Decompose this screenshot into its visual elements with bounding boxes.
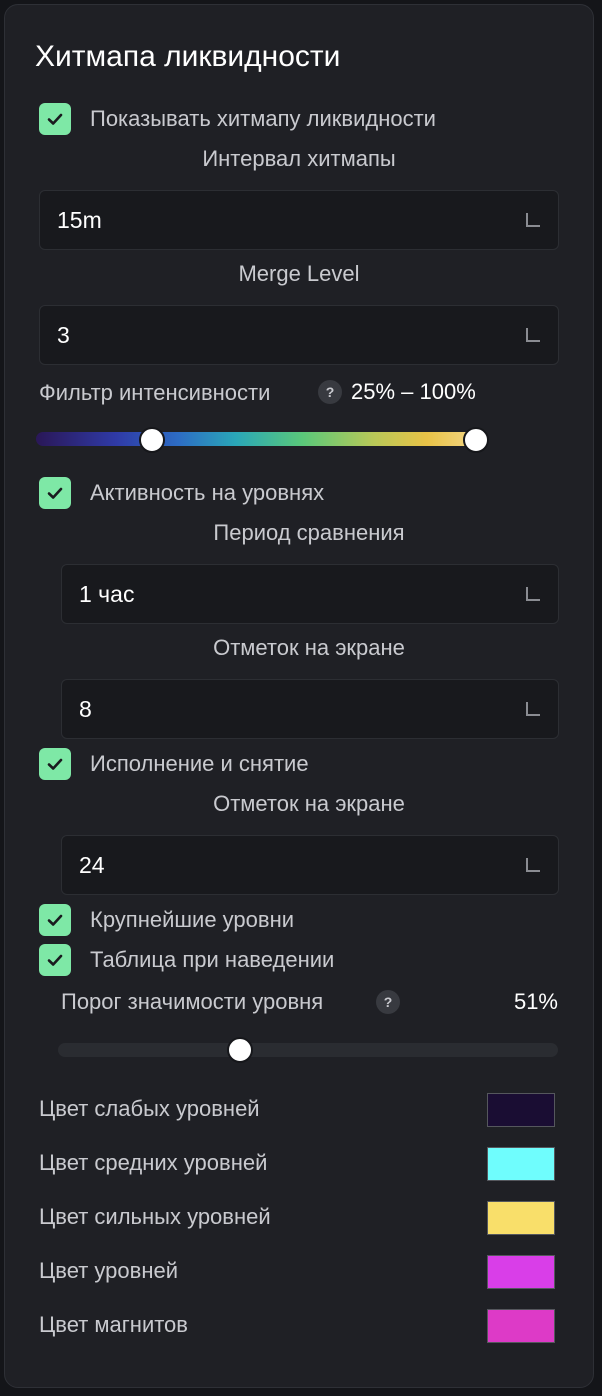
resize-handle-icon	[526, 587, 540, 601]
significance-threshold-label: Порог значимости уровня	[61, 989, 324, 1014]
color-swatch[interactable]	[487, 1309, 555, 1343]
merge-level-value: 3	[57, 322, 70, 348]
heatmap-interval-value: 15m	[57, 207, 102, 233]
checkmark-icon	[47, 113, 63, 125]
marks-on-screen-value: 8	[79, 696, 92, 722]
checkmark-icon	[47, 954, 63, 966]
significance-threshold-track[interactable]	[58, 1043, 558, 1057]
execution-cancel-label: Исполнение и снятие	[90, 751, 309, 776]
intensity-min-thumb[interactable]	[139, 427, 165, 453]
significance-threshold-value: 51%	[513, 989, 558, 1014]
marks-on-screen-value: 24	[79, 852, 105, 878]
checkmark-icon	[47, 914, 63, 926]
largest-levels-checkbox[interactable]	[39, 904, 71, 936]
panel-title: Хитмапа ликвидности	[35, 40, 341, 73]
level-activity-label: Активность на уровнях	[90, 480, 325, 505]
color-row-label: Цвет слабых уровней	[39, 1096, 260, 1121]
heatmap-interval-label: Интервал хитмапы	[202, 146, 396, 171]
color-row-label: Цвет сильных уровней	[39, 1204, 271, 1229]
marks-on-screen-label: Отметок на экране	[213, 635, 405, 660]
checkmark-icon	[47, 487, 63, 499]
marks-on-screen-select[interactable]: 24	[61, 835, 559, 895]
resize-handle-icon	[526, 213, 540, 227]
merge-level-select[interactable]: 3	[39, 305, 559, 365]
resize-handle-icon	[526, 328, 540, 342]
show-heatmap-checkbox[interactable]	[39, 103, 71, 135]
color-row-label: Цвет магнитов	[39, 1312, 188, 1337]
compare-period-label: Период сравнения	[213, 520, 405, 545]
intensity-filter-label: Фильтр интенсивности	[39, 380, 271, 405]
color-swatch[interactable]	[487, 1147, 555, 1181]
compare-period-select[interactable]: 1 час	[61, 564, 559, 624]
help-icon[interactable]: ?	[376, 990, 400, 1014]
merge-level-label: Merge Level	[238, 261, 360, 286]
hover-table-label: Таблица при наведении	[90, 947, 335, 972]
show-heatmap-label: Показывать хитмапу ликвидности	[90, 106, 436, 131]
largest-levels-label: Крупнейшие уровни	[90, 907, 295, 932]
significance-threshold-thumb[interactable]	[227, 1037, 253, 1063]
color-row-label: Цвет уровней	[39, 1258, 178, 1283]
resize-handle-icon	[526, 702, 540, 716]
marks-on-screen-select[interactable]: 8	[61, 679, 559, 739]
marks-on-screen-label: Отметок на экране	[213, 791, 405, 816]
color-swatch[interactable]	[487, 1093, 555, 1127]
intensity-range-track[interactable]	[36, 432, 480, 446]
checkmark-icon	[47, 758, 63, 770]
heatmap-interval-select[interactable]: 15m	[39, 190, 559, 250]
compare-period-value: 1 час	[79, 581, 135, 607]
execution-cancel-checkbox[interactable]	[39, 748, 71, 780]
intensity-range-value: 25% – 100%	[351, 379, 476, 404]
color-swatch[interactable]	[487, 1201, 555, 1235]
color-swatch[interactable]	[487, 1255, 555, 1289]
hover-table-checkbox[interactable]	[39, 944, 71, 976]
color-row-label: Цвет средних уровней	[39, 1150, 268, 1175]
level-activity-checkbox[interactable]	[39, 477, 71, 509]
intensity-max-thumb[interactable]	[463, 427, 489, 453]
help-icon[interactable]: ?	[318, 380, 342, 404]
resize-handle-icon	[526, 858, 540, 872]
